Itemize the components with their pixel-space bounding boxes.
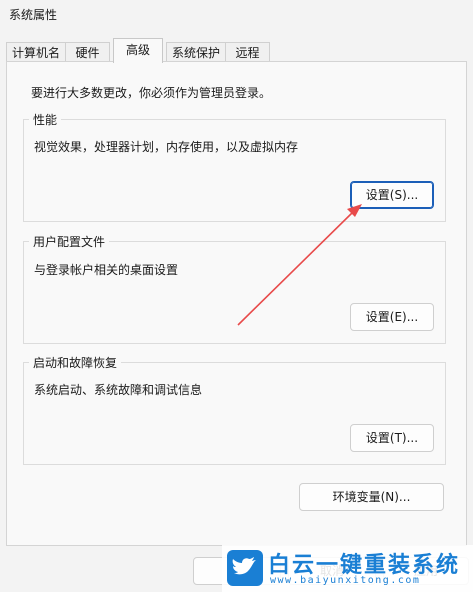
performance-description: 视觉效果，处理器计划，内存使用，以及虚拟内存 xyxy=(34,140,299,154)
performance-group-title: 性能 xyxy=(29,111,62,128)
environment-variables-button[interactable]: 环境变量(N)... xyxy=(299,483,444,511)
tab-label: 系统保护 xyxy=(171,46,220,60)
startup-recovery-description: 系统启动、系统故障和调试信息 xyxy=(34,383,203,397)
tab-system-protection[interactable]: 系统保护 xyxy=(166,42,226,62)
startup-recovery-group-title: 启动和故障恢复 xyxy=(29,354,122,371)
advanced-tab-panel: 要进行大多数更改，你必须作为管理员登录。 性能 视觉效果，处理器计划，内存使用，… xyxy=(6,61,467,546)
user-profiles-group: 用户配置文件 与登录帐户相关的桌面设置 设置(E)... xyxy=(23,233,446,344)
system-properties-window: 系统属性 计算机名 硬件 高级 系统保护 远程 要进行大多数更改，你必须作为管理… xyxy=(0,0,473,592)
tab-remote[interactable]: 远程 xyxy=(225,42,270,62)
tab-label: 计算机名 xyxy=(11,46,60,60)
tab-label: 远程 xyxy=(235,46,260,60)
user-profiles-description: 与登录帐户相关的桌面设置 xyxy=(34,263,179,277)
startup-recovery-group: 启动和故障恢复 系统启动、系统故障和调试信息 设置(T)... xyxy=(23,354,446,465)
admin-note: 要进行大多数更改，你必须作为管理员登录。 xyxy=(31,86,272,100)
tab-computer-name[interactable]: 计算机名 xyxy=(6,42,66,62)
tab-advanced[interactable]: 高级 xyxy=(113,38,163,63)
title-bar[interactable]: 系统属性 xyxy=(0,0,473,28)
watermark-url: www.baiyunxitong.com xyxy=(270,575,421,586)
tab-hardware[interactable]: 硬件 xyxy=(65,42,110,62)
window-title: 系统属性 xyxy=(9,8,58,22)
user-profiles-group-title: 用户配置文件 xyxy=(29,233,110,250)
tab-label: 硬件 xyxy=(75,46,100,60)
startup-recovery-settings-button[interactable]: 设置(T)... xyxy=(350,424,434,452)
user-profiles-settings-button[interactable]: 设置(E)... xyxy=(350,303,434,331)
bird-logo-icon xyxy=(227,550,263,586)
watermark: 白云一键重装系统 www.baiyunxitong.com xyxy=(222,545,473,592)
performance-group: 性能 视觉效果，处理器计划，内存使用，以及虚拟内存 设置(S)... xyxy=(23,111,446,222)
performance-settings-button[interactable]: 设置(S)... xyxy=(350,181,434,209)
tab-label: 高级 xyxy=(125,43,150,57)
